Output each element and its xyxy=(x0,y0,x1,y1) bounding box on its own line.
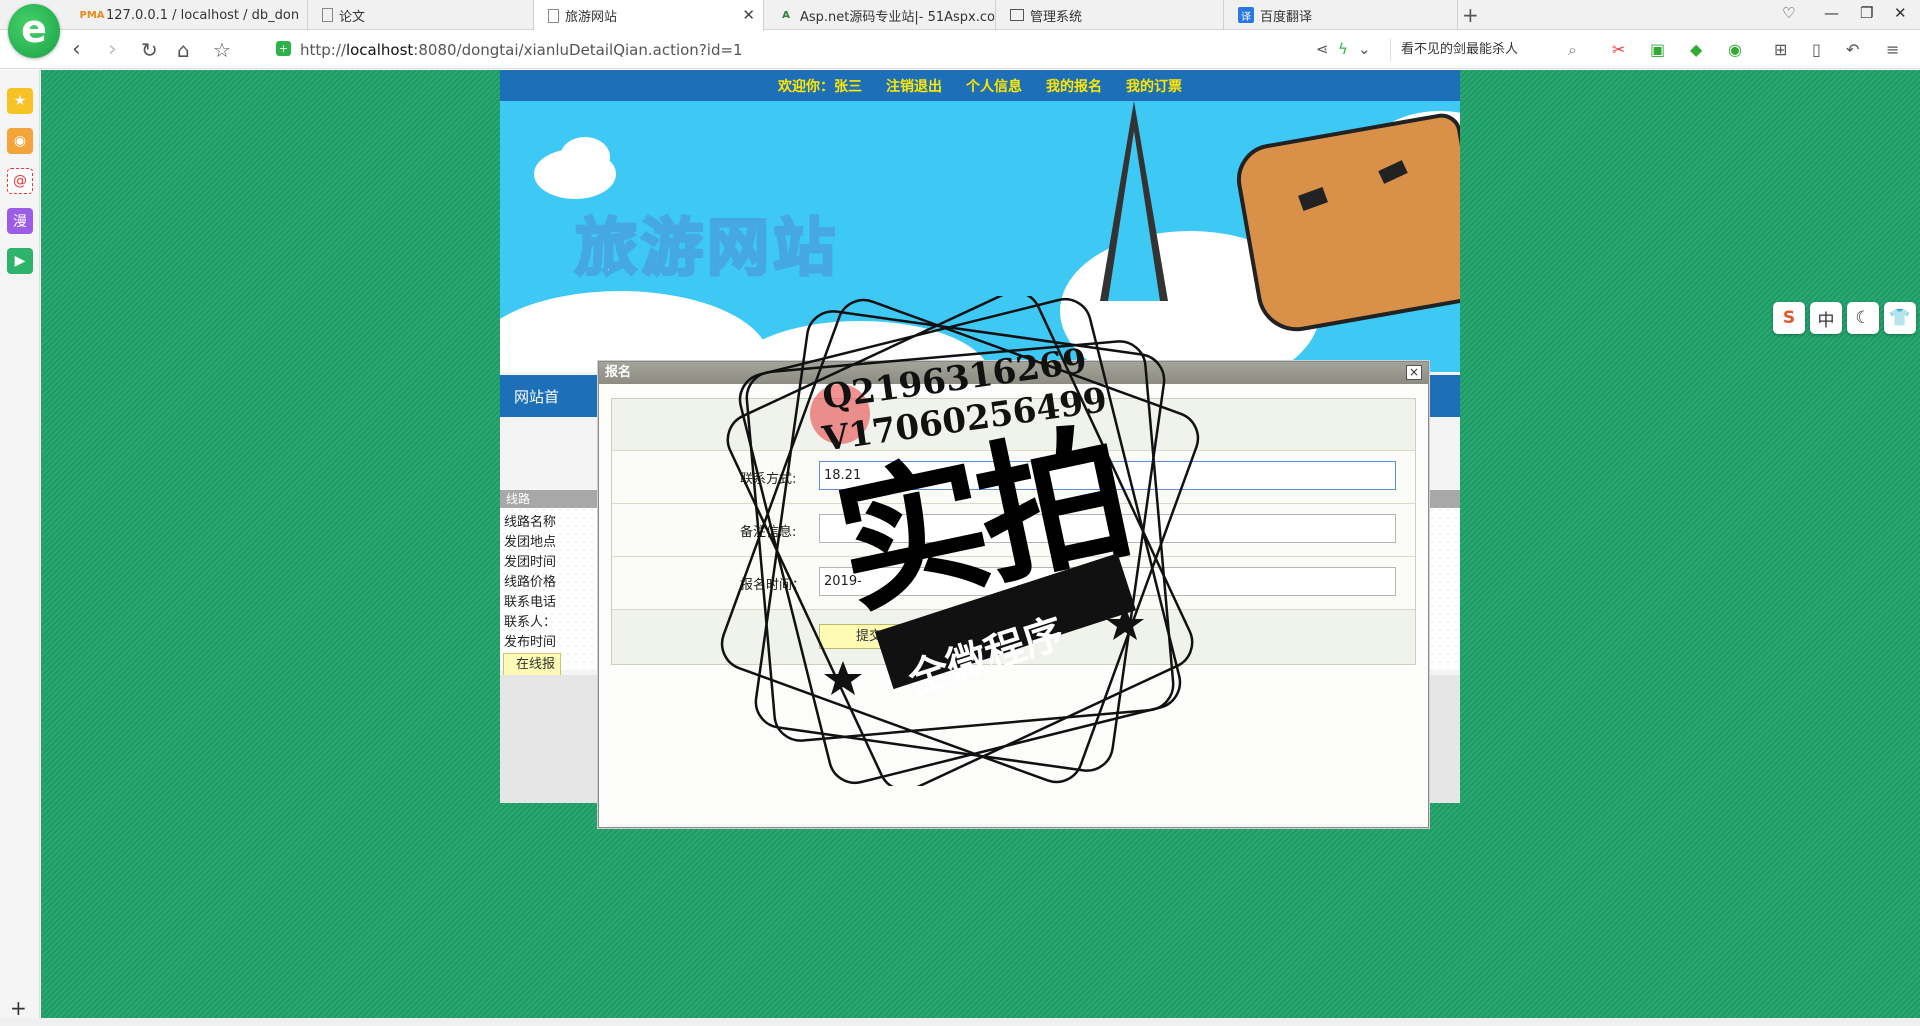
banner-image: 旅游网站 xyxy=(500,101,1460,372)
forward-icon[interactable]: › xyxy=(108,37,117,62)
address-bar: ‹ › ↻ ⌂ ☆ + http://localhost:8080/dongta… xyxy=(0,31,1920,69)
scissors-icon[interactable]: ✂ xyxy=(1612,40,1625,59)
note-label: 备注信息: xyxy=(740,525,797,540)
close-tab-icon[interactable]: ✕ xyxy=(742,6,755,24)
favorites-star-icon[interactable]: ★ xyxy=(7,88,33,114)
tab-label: 旅游网站 xyxy=(565,10,618,25)
close-icon[interactable]: × xyxy=(1406,365,1422,380)
url-input[interactable]: http://localhost:8080/dongtai/xianluDeta… xyxy=(300,41,743,59)
extension-icon[interactable]: ▣ xyxy=(1650,40,1665,59)
profile-link[interactable]: 个人信息 xyxy=(966,76,1022,96)
minimize-icon[interactable]: — xyxy=(1824,4,1839,22)
menu-icon[interactable]: ≡ xyxy=(1886,40,1899,59)
search-input[interactable]: 看不见的剑最能杀人 xyxy=(1390,39,1590,61)
admin-icon xyxy=(1010,9,1024,21)
weibo-icon[interactable]: ◉ xyxy=(7,128,33,154)
phpmyadmin-icon: PMA xyxy=(79,9,105,21)
contact-phone-label: 联系电话 xyxy=(504,595,557,610)
tab-label: 论文 xyxy=(339,9,366,25)
cloud-shape xyxy=(560,137,610,177)
video-icon[interactable]: ▶ xyxy=(7,248,33,274)
suitcase-character-illustration xyxy=(1231,110,1460,338)
reload-icon[interactable]: ↻ xyxy=(141,38,158,62)
search-icon[interactable]: ⌕ xyxy=(1568,40,1577,60)
close-window-icon[interactable]: ✕ xyxy=(1894,4,1907,22)
eiffel-tower-inner xyxy=(1108,131,1160,301)
tab-label: 百度翻译 xyxy=(1260,9,1313,25)
tab-lunwen[interactable]: 论文 xyxy=(308,0,534,30)
skin-icon[interactable]: 👕 xyxy=(1884,302,1916,334)
top-nav: 欢迎你：张三 注销退出 个人信息 我的报名 我的订票 xyxy=(500,70,1460,101)
shield-icon[interactable]: ◆ xyxy=(1690,40,1702,59)
departure-place-label: 发团地点 xyxy=(504,535,557,550)
chinese-mode-icon[interactable]: 中 xyxy=(1810,302,1842,334)
tab-51aspx[interactable]: A Asp.net源码专业站|- 51Aspx.co xyxy=(764,0,996,30)
tablet-icon[interactable]: ▯ xyxy=(1812,40,1821,59)
my-orders-link[interactable]: 我的订票 xyxy=(1126,76,1182,96)
secure-shield-icon: + xyxy=(276,41,291,56)
line-price-label: 线路价格 xyxy=(504,575,557,590)
restore-icon[interactable]: ❐ xyxy=(1860,4,1873,22)
apps-icon[interactable]: ⊞ xyxy=(1774,40,1787,59)
tab-label: Asp.net源码专业站|- 51Aspx.co xyxy=(800,9,995,25)
mail-icon[interactable]: @ xyxy=(7,168,33,194)
contact-person-label: 联系人： xyxy=(504,615,557,630)
banner-title: 旅游网站 xyxy=(573,210,840,286)
back-icon[interactable]: ‹ xyxy=(72,37,81,62)
add-sidebar-icon[interactable]: + xyxy=(10,996,27,1020)
line-name-label: 线路名称 xyxy=(504,515,557,530)
tab-baidu-translate[interactable]: 译 百度翻译 xyxy=(1224,0,1458,30)
shirt-skin-icon[interactable]: ♡ xyxy=(1782,4,1795,22)
tab-label: 管理系统 xyxy=(1030,9,1083,25)
signup-time-label: 报名时间： xyxy=(740,578,806,593)
contact-label: 联系方式: xyxy=(740,472,797,487)
comic-icon[interactable]: 漫 xyxy=(7,208,33,234)
baidu-translate-icon: 译 xyxy=(1238,7,1254,23)
tab-bar: PMA 127.0.0.1 / localhost / db_don 论文 旅游… xyxy=(0,0,1920,31)
aspx-icon: A xyxy=(782,9,790,21)
logout-link[interactable]: 注销退出 xyxy=(886,76,942,96)
my-signup-link[interactable]: 我的报名 xyxy=(1046,76,1102,96)
new-tab-button[interactable]: + xyxy=(1462,3,1479,27)
sougou-input-icon[interactable]: S xyxy=(1773,302,1805,334)
status-bar xyxy=(0,1018,1920,1026)
tab-label: 127.0.0.1 / localhost / db_don xyxy=(106,7,300,23)
game-icon[interactable]: ◉ xyxy=(1728,40,1742,59)
document-icon xyxy=(548,8,559,23)
tab-admin-system[interactable]: 管理系统 xyxy=(996,0,1224,30)
home-icon[interactable]: ⌂ xyxy=(177,38,190,62)
welcome-text: 欢迎你：张三 xyxy=(778,78,862,95)
browser-logo[interactable]: e xyxy=(8,4,60,58)
departure-time-label: 发团时间 xyxy=(504,555,557,570)
cloud-shape xyxy=(500,291,770,372)
lightning-icon[interactable]: ϟ xyxy=(1338,40,1348,58)
undo-icon[interactable]: ↶ xyxy=(1846,40,1859,59)
menu-home-link[interactable]: 网站首 xyxy=(514,386,559,407)
chevron-down-icon[interactable]: ⌄ xyxy=(1358,40,1371,58)
browser-sidebar: ★ ◉ @ 漫 ▶ + xyxy=(0,70,40,1026)
document-icon xyxy=(322,8,333,22)
publish-time-label: 发布时间 xyxy=(504,635,557,650)
night-mode-icon[interactable]: ☾ xyxy=(1847,302,1879,334)
tab-phpmyadmin[interactable]: PMA 127.0.0.1 / localhost / db_don xyxy=(70,0,308,30)
online-apply-button[interactable]: 在线报 xyxy=(503,653,561,677)
tab-travel-site[interactable]: 旅游网站 ✕ xyxy=(534,0,764,31)
share-icon[interactable]: ⋖ xyxy=(1316,40,1329,58)
bookmark-star-icon[interactable]: ☆ xyxy=(213,38,231,62)
